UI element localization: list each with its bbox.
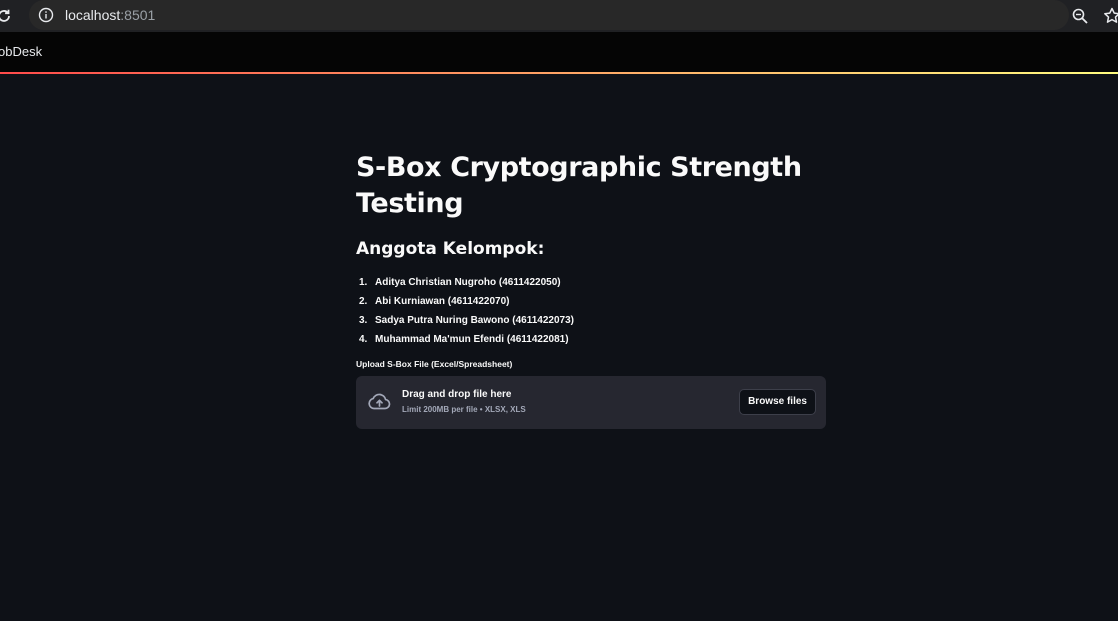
address-bar[interactable] — [29, 0, 1069, 30]
url-host: localhost — [65, 7, 121, 23]
member-name: Abi Kurniawan (4611422070) — [375, 296, 510, 307]
page-title: S-Box Cryptographic Strength Testing — [356, 152, 802, 219]
url-text[interactable]: localhost:8501 — [65, 7, 155, 23]
members-heading: Anggota Kelompok: — [356, 239, 545, 259]
list-item: 3. Sadya Putra Nuring Bawono (4611422073) — [356, 311, 826, 330]
member-name: Muhammad Ma'mun Efendi (4611422081) — [375, 334, 569, 345]
list-item: 4. Muhammad Ma'mun Efendi (4611422081) — [356, 330, 826, 349]
browse-files-button[interactable]: Browse files — [739, 389, 816, 415]
bookmarks-bar: obDesk — [0, 32, 1118, 72]
main-content: S-Box Cryptographic Strength Testing Ang… — [356, 150, 826, 429]
cloud-upload-icon — [367, 389, 392, 414]
members-list: 1. Aditya Christian Nugroho (4611422050) … — [356, 273, 826, 349]
member-name: Aditya Christian Nugroho (4611422050) — [375, 277, 561, 288]
file-uploader-label: Upload S-Box File (Excel/Spreadsheet) — [356, 359, 513, 369]
list-number: 4. — [359, 334, 368, 345]
list-number: 3. — [359, 315, 368, 326]
bookmark-star-icon[interactable] — [1102, 6, 1118, 26]
list-number: 2. — [359, 296, 368, 307]
list-number: 1. — [359, 277, 368, 288]
file-dropzone[interactable]: Drag and drop file here Limit 200MB per … — [356, 376, 826, 429]
list-item: 2. Abi Kurniawan (4611422070) — [356, 292, 826, 311]
browser-toolbar: localhost:8501 — [0, 0, 1118, 32]
member-name: Sadya Putra Nuring Bawono (4611422073) — [375, 315, 574, 326]
site-info-icon[interactable] — [38, 7, 54, 23]
bookmark-item[interactable]: obDesk — [0, 44, 42, 59]
zoom-icon[interactable] — [1071, 7, 1089, 25]
dropzone-limit: Limit 200MB per file • XLSX, XLS — [402, 405, 526, 414]
dropzone-instructions: Drag and drop file here — [402, 389, 512, 400]
app-header-decoration — [0, 72, 1118, 74]
url-port: :8501 — [120, 7, 156, 23]
reload-icon[interactable] — [0, 6, 14, 26]
list-item: 1. Aditya Christian Nugroho (4611422050) — [356, 273, 826, 292]
